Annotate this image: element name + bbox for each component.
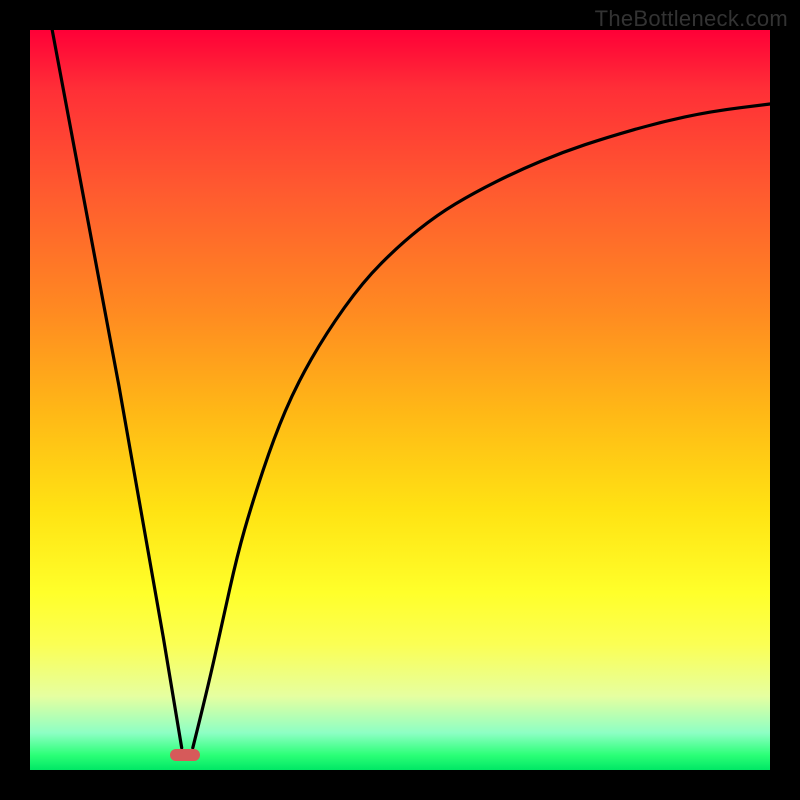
bottleneck-curve [30,30,770,770]
plot-area [30,30,770,770]
curve-right-branch [193,104,770,748]
minimum-marker [170,749,200,761]
curve-left-branch [52,30,182,748]
chart-frame: TheBottleneck.com [0,0,800,800]
watermark-text: TheBottleneck.com [595,6,788,32]
